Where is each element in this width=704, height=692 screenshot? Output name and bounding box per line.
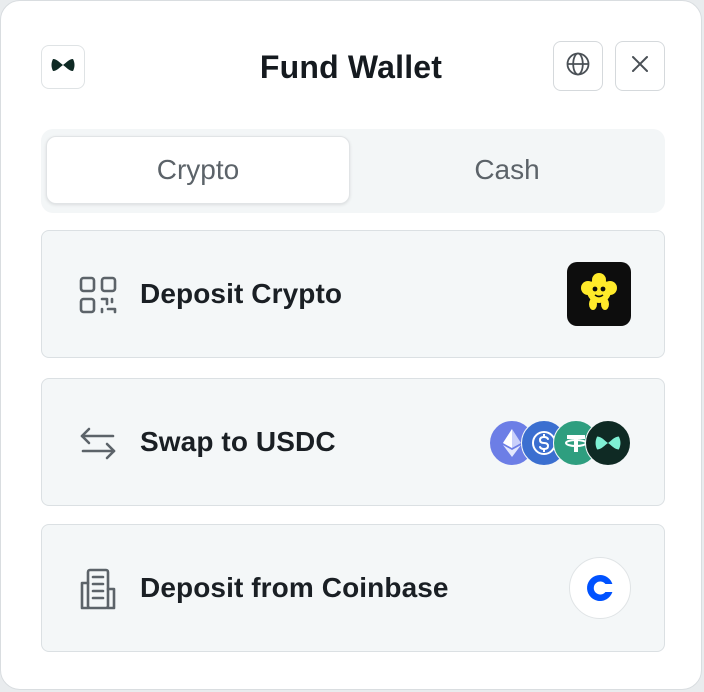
coinbase-icon [569,557,631,619]
deposit-crypto-option[interactable]: Deposit Crypto [41,230,665,358]
deposit-crypto-label: Deposit Crypto [140,278,343,309]
qr-code-icon [76,273,120,317]
globe-icon [565,51,591,82]
wallet-logo-token-icon [585,420,631,466]
close-icon [630,54,650,79]
wallet-logo-icon [51,57,75,78]
payment-type-tabs: Crypto Cash [41,129,665,213]
building-icon [76,567,120,611]
deposit-from-coinbase-option[interactable]: Deposit from Coinbase [41,524,665,652]
close-button[interactable] [615,41,665,91]
tab-cash[interactable]: Cash [355,136,659,204]
swap-to-usdc-option[interactable]: Swap to USDC [41,378,665,506]
mascot-icon [567,262,631,326]
swap-to-usdc-label: Swap to USDC [140,426,336,457]
language-button[interactable] [553,41,603,91]
wallet-logo-button [41,45,85,89]
fund-wallet-modal: Fund Wallet Crypto Cash Deposit Crypto S… [0,0,702,690]
deposit-from-coinbase-label: Deposit from Coinbase [140,572,449,603]
token-icons-group [489,420,631,466]
tab-crypto[interactable]: Crypto [46,136,350,204]
swap-arrows-icon [76,421,120,465]
